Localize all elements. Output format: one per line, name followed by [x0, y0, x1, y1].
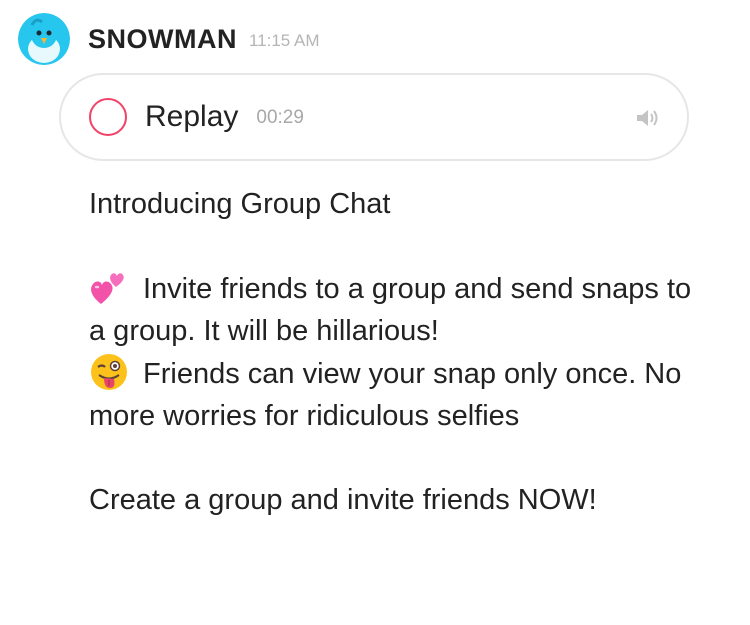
bird-icon[interactable]	[18, 13, 70, 65]
paragraph-1-text: Invite friends to a group and send snaps…	[89, 273, 692, 347]
message-timestamp: 11:15 AM	[248, 31, 320, 50]
message-paragraph-2: Friends can view your snap only once. No…	[89, 352, 709, 437]
replay-duration: 00:29	[256, 107, 304, 128]
two-hearts-emoji-icon	[89, 267, 129, 307]
message-body: Introducing Group Chat Invite friends to…	[89, 183, 709, 521]
message-title: Introducing Group Chat	[89, 188, 391, 220]
sender-name: SNOWMAN	[88, 23, 237, 54]
message-header: SNOWMAN 11:15 AM	[18, 12, 320, 66]
paragraph-2-text: Friends can view your snap only once. No…	[89, 358, 682, 432]
replay-button[interactable]: Replay 00:29	[59, 73, 689, 161]
speaker-icon[interactable]	[635, 107, 661, 129]
winking-tongue-emoji-icon	[89, 352, 129, 392]
replay-circle-icon	[89, 98, 127, 136]
replay-label: Replay	[145, 100, 239, 133]
message-paragraph-1: Invite friends to a group and send snaps…	[89, 267, 709, 352]
message-cta: Create a group and invite friends NOW!	[89, 484, 597, 516]
